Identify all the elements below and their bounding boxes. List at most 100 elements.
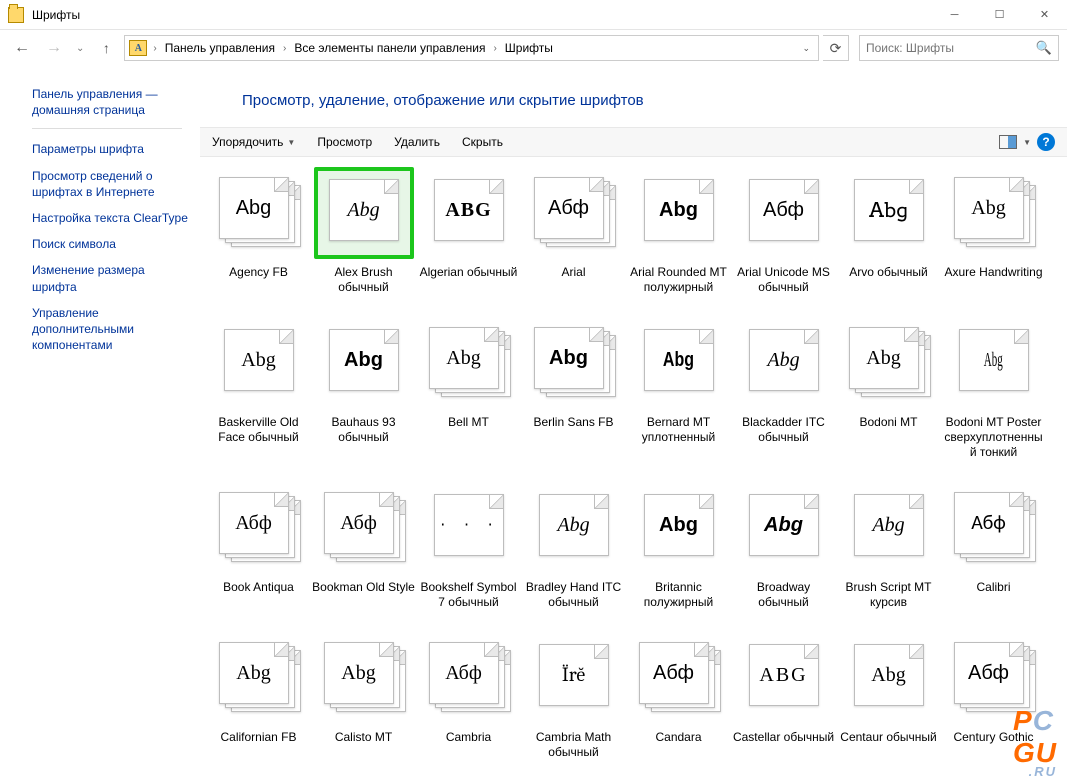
font-item[interactable]: AbgBaskerville Old Face обычный [206, 317, 311, 460]
font-item[interactable]: AbgBritannic полужирный [626, 482, 731, 610]
font-label: Arvo обычный [849, 265, 927, 280]
font-item[interactable]: · · ·Bookshelf Symbol 7 обычный [416, 482, 521, 610]
chevron-right-icon[interactable]: › [491, 43, 498, 54]
chevron-down-icon[interactable]: ▼ [1023, 138, 1031, 147]
font-item[interactable]: Abg Axure Handwriting [941, 167, 1046, 295]
font-item[interactable]: ABGAlgerian обычный [416, 167, 521, 295]
sidebar-link-manage-features[interactable]: Управление дополнительными компонентами [32, 305, 192, 354]
font-item[interactable]: AbgCalifornian FB [206, 632, 311, 760]
sidebar-divider [32, 128, 182, 129]
hide-button[interactable]: Скрыть [462, 135, 503, 149]
folder-icon [8, 7, 24, 23]
font-item[interactable]: Ïrĕ Cambria Math обычный [521, 632, 626, 760]
font-label: Bookshelf Symbol 7 обычный [417, 580, 521, 610]
font-sample: Abg [549, 348, 588, 368]
sidebar-link-charmap[interactable]: Поиск символа [32, 236, 192, 252]
chevron-right-icon[interactable]: › [281, 43, 288, 54]
font-label: Book Antiqua [223, 580, 294, 595]
history-dropdown[interactable]: ⌄ [76, 43, 84, 54]
sidebar-link-cleartype[interactable]: Настройка текста ClearType [32, 210, 192, 226]
breadcrumb-2[interactable]: Все элементы панели управления [290, 39, 489, 57]
font-item[interactable]: АбфCalibri [941, 482, 1046, 610]
font-item[interactable]: Abg Alex Brush обычный [311, 167, 416, 295]
font-sample: Абф [548, 198, 589, 218]
font-item[interactable]: АбфCandara [626, 632, 731, 760]
breadcrumb-1[interactable]: Панель управления [161, 39, 279, 57]
font-item[interactable]: AbgBauhaus 93 обычный [311, 317, 416, 460]
font-item[interactable]: AbgBrush Script MT курсив [836, 482, 941, 610]
sidebar-link-fonts-online[interactable]: Просмотр сведений о шрифтах в Интернете [32, 168, 192, 200]
font-item[interactable]: AbgBell MT [416, 317, 521, 460]
forward-button: → [40, 34, 68, 62]
font-label: Centaur обычный [840, 730, 936, 745]
font-item[interactable]: AbgCalisto MT [311, 632, 416, 760]
delete-button[interactable]: Удалить [394, 135, 440, 149]
font-sample: Abg [241, 350, 275, 370]
font-label: Castellar обычный [733, 730, 834, 745]
font-label: Cambria Math обычный [522, 730, 626, 760]
font-sample: Abg [869, 200, 908, 220]
font-item[interactable]: АбфBookman Old Style [311, 482, 416, 610]
font-sample: Abg [984, 350, 1003, 370]
font-sample: Abg [767, 350, 799, 370]
font-item[interactable]: АбфArial [521, 167, 626, 295]
sidebar-link-resize[interactable]: Изменение размера шрифта [32, 262, 192, 294]
font-label: Axure Handwriting [944, 265, 1042, 280]
organize-button[interactable]: Упорядочить▼ [212, 135, 295, 149]
font-sample: Abg [871, 665, 905, 685]
font-item[interactable]: AbgAgency FB [206, 167, 311, 295]
toolbar: Упорядочить▼ Просмотр Удалить Скрыть ▼ ? [200, 127, 1067, 157]
font-label: Bookman Old Style [312, 580, 415, 595]
font-label: Cambria [446, 730, 491, 745]
font-label: Blackadder ITC обычный [732, 415, 836, 445]
font-sample: Abg [347, 200, 379, 220]
fonts-folder-icon: A [129, 40, 147, 56]
preview-button[interactable]: Просмотр [317, 135, 372, 149]
minimize-button[interactable]: ─ [932, 0, 977, 30]
refresh-button[interactable]: ⟳ [823, 35, 849, 61]
font-item[interactable]: АбфArial Unicode MS обычный [731, 167, 836, 295]
help-button[interactable]: ? [1037, 133, 1055, 151]
search-box[interactable]: 🔍 [859, 35, 1059, 61]
font-item[interactable]: AbgBerlin Sans FB [521, 317, 626, 460]
maximize-button[interactable]: ☐ [977, 0, 1022, 30]
sidebar-home-link[interactable]: Панель управления —домашняя страница [32, 86, 200, 118]
font-item[interactable]: Abg Centaur обычный [836, 632, 941, 760]
view-options-button[interactable] [999, 135, 1017, 149]
font-item[interactable]: Abg Blackadder ITC обычный [731, 317, 836, 460]
font-label: Bell MT [448, 415, 489, 430]
font-item[interactable]: Abg Arvo обычный [836, 167, 941, 295]
font-label: Candara [655, 730, 701, 745]
font-sample: Abg [971, 198, 1005, 218]
font-sample: Абф [968, 663, 1009, 683]
font-item[interactable]: АбфBook Antiqua [206, 482, 311, 610]
address-dropdown-icon[interactable]: ⌄ [798, 43, 814, 54]
sidebar-link-font-settings[interactable]: Параметры шрифта [32, 141, 192, 157]
font-item[interactable]: AbgBernard MT уплотненный [626, 317, 731, 460]
font-item[interactable]: AbgBodoni MT [836, 317, 941, 460]
main-pane: Просмотр, удаление, отображение или скры… [200, 66, 1067, 781]
font-item[interactable]: AbgBradley Hand ITC обычный [521, 482, 626, 610]
font-label: Broadway обычный [732, 580, 836, 610]
font-sample: Abg [557, 515, 589, 535]
font-item[interactable]: ABGCastellar обычный [731, 632, 836, 760]
address-bar[interactable]: A › Панель управления › Все элементы пан… [124, 35, 819, 61]
font-sample: ABG [445, 200, 491, 220]
font-item[interactable]: AbgArial Rounded MT полужирный [626, 167, 731, 295]
search-input[interactable] [866, 41, 1036, 55]
close-button[interactable]: ✕ [1022, 0, 1067, 30]
font-label: Bodoni MT Poster сверхуплотненный тонкий [942, 415, 1046, 460]
font-label: Alex Brush обычный [312, 265, 416, 295]
font-item[interactable]: AbgBroadway обычный [731, 482, 836, 610]
font-sample: Ïrĕ [562, 665, 585, 685]
font-label: Brush Script MT курсив [837, 580, 941, 610]
up-button[interactable]: ↑ [92, 34, 120, 62]
chevron-right-icon[interactable]: › [151, 43, 158, 54]
font-grid-scroll[interactable]: AbgAgency FB Abg Alex Brush обычныйABGAlge… [200, 157, 1067, 781]
back-button[interactable]: ← [8, 34, 36, 62]
breadcrumb-3[interactable]: Шрифты [501, 39, 557, 57]
font-item[interactable]: АбфCambria [416, 632, 521, 760]
font-sample: Abg [341, 663, 375, 683]
font-item[interactable]: Abg Bodoni MT Poster сверхуплотненный тон… [941, 317, 1046, 460]
search-icon[interactable]: 🔍 [1036, 40, 1052, 56]
